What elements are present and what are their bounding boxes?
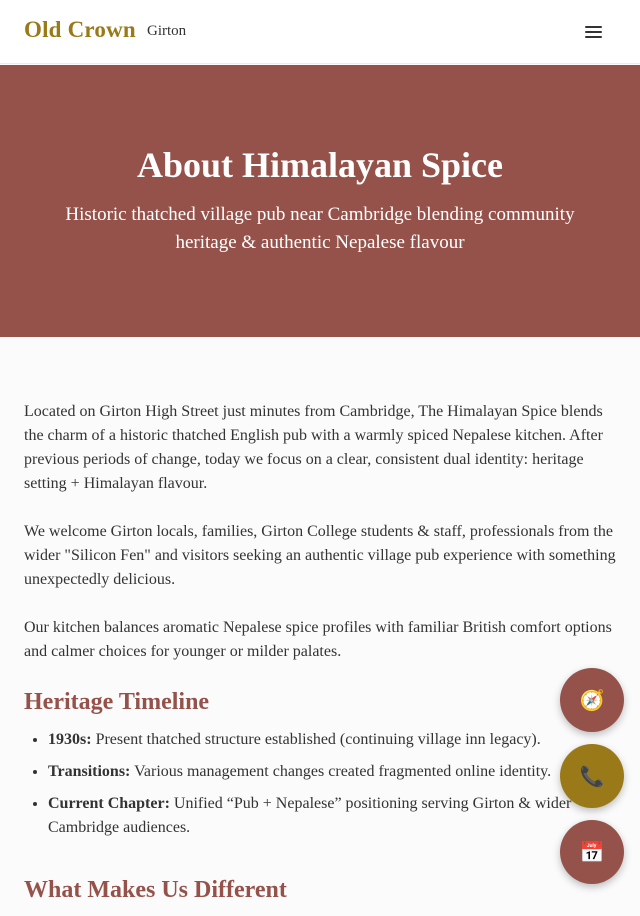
timeline-item: 1930s: Present thatched structure establ… [48, 728, 620, 752]
compass-icon: 🧭 [579, 688, 605, 712]
page-title: About Himalayan Spice [136, 145, 504, 185]
about-content: Located on Girton High Street just minut… [24, 400, 620, 916]
intro-paragraph-3: Our kitchen balances aromatic Nepalese s… [24, 619, 612, 660]
timeline-item-label: Transitions: [48, 763, 131, 780]
timeline-item-label: Current Chapter: [48, 795, 170, 812]
timeline-item: Transitions: Various management changes … [48, 760, 620, 784]
timeline-list: 1930s: Present thatched structure establ… [24, 728, 620, 840]
booking-button[interactable]: 📅 [560, 820, 624, 884]
timeline-heading: Heritage Timeline [24, 689, 210, 715]
site-location: Girton [147, 23, 187, 39]
timeline-item-label: 1930s: [48, 731, 92, 748]
timeline-item-text: Present thatched structure established (… [91, 731, 541, 748]
hamburger-menu-icon[interactable] [580, 20, 608, 44]
timeline-item-text: Various management changes created fragm… [130, 763, 552, 780]
call-button[interactable]: 📞 [560, 744, 624, 808]
site-logo[interactable]: Old Crown [24, 17, 136, 43]
calendar-icon: 📅 [579, 840, 605, 864]
hero-banner: About Himalayan Spice Historic thatched … [0, 65, 640, 337]
site-header: Old Crown Girton [0, 0, 640, 64]
intro-paragraph-1: Located on Girton High Street just minut… [24, 403, 603, 492]
intro-paragraph-2: We welcome Girton locals, families, Girt… [24, 523, 616, 588]
hero-subtitle: Historic thatched village pub near Cambr… [65, 204, 575, 253]
timeline-item: Current Chapter: Unified “Pub + Nepalese… [48, 792, 620, 840]
directions-button[interactable]: 🧭 [560, 668, 624, 732]
phone-icon: 📞 [579, 764, 605, 788]
